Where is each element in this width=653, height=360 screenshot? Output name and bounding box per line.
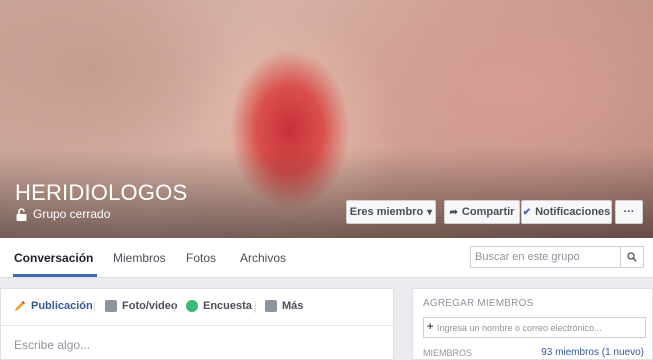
group-privacy-label: Grupo cerrado [33,207,111,221]
tab-files[interactable]: Archivos [240,251,286,265]
composer-tab-more[interactable]: Más [265,300,303,312]
tab-photos[interactable]: Fotos [186,251,216,265]
member-button[interactable]: Eres miembro ▾ [346,200,436,224]
plus-icon: + [427,321,434,333]
camera-icon [105,300,117,312]
group-name[interactable]: HERIDIOLOGOS [15,180,187,206]
group-privacy: Grupo cerrado [16,207,110,221]
tab-members[interactable]: Miembros [113,251,166,265]
add-members-placeholder: Ingresa un nombre o correo electrónico..… [437,323,602,333]
notifications-button[interactable]: ✔ Notificaciones [521,200,612,224]
search-input[interactable]: Buscar en este grupo [475,251,580,263]
tab-conversation[interactable]: Conversación [14,251,93,265]
composer-divider [255,301,256,313]
add-members-input[interactable]: + Ingresa un nombre o correo electrónico… [423,317,646,338]
composer-tab-post[interactable]: Publicación [14,300,93,312]
composer-tab-more-label: Más [282,300,304,312]
more-options-button[interactable]: ··· [615,200,643,224]
checkmark-icon: ✔ [522,206,532,218]
caret-down-icon: ▾ [427,206,433,218]
more-dots-icon [265,300,277,312]
members-panel: AGREGAR MIEMBROS + Ingresa un nombre o c… [412,288,653,360]
composer-tabs: Publicación Foto/video Encuesta Más [1,289,395,326]
more-options-label: ··· [623,206,635,218]
composer-tab-post-label: Publicación [31,300,93,312]
group-search[interactable]: Buscar en este grupo [470,246,644,268]
members-count-link[interactable]: 93 miembros (1 nuevo) [541,347,644,358]
share-button[interactable]: ➦ Compartir [444,200,520,224]
notifications-button-label: Notificaciones [535,206,611,218]
add-members-heading: AGREGAR MIEMBROS [423,298,534,309]
composer-tab-poll-label: Encuesta [203,300,252,312]
members-heading: MIEMBROS [423,348,473,358]
pencil-icon [15,300,26,311]
composer-tab-photo-video-label: Foto/video [122,300,178,312]
lock-open-icon [16,207,28,221]
search-icon [627,252,637,262]
share-arrow-icon: ➦ [449,206,458,218]
composer-input[interactable]: Escribe algo... [14,338,90,352]
active-tab-indicator [13,274,97,277]
search-button[interactable] [620,247,643,267]
composer-divider [174,301,175,313]
composer-tab-photo-video[interactable]: Foto/video [105,300,178,312]
composer-divider [94,301,95,313]
share-button-label: Compartir [461,206,515,218]
composer-tab-poll[interactable]: Encuesta [186,300,252,312]
poll-icon [186,300,198,312]
member-button-label: Eres miembro [349,206,424,218]
post-composer: Publicación Foto/video Encuesta Más Escr… [0,288,395,360]
